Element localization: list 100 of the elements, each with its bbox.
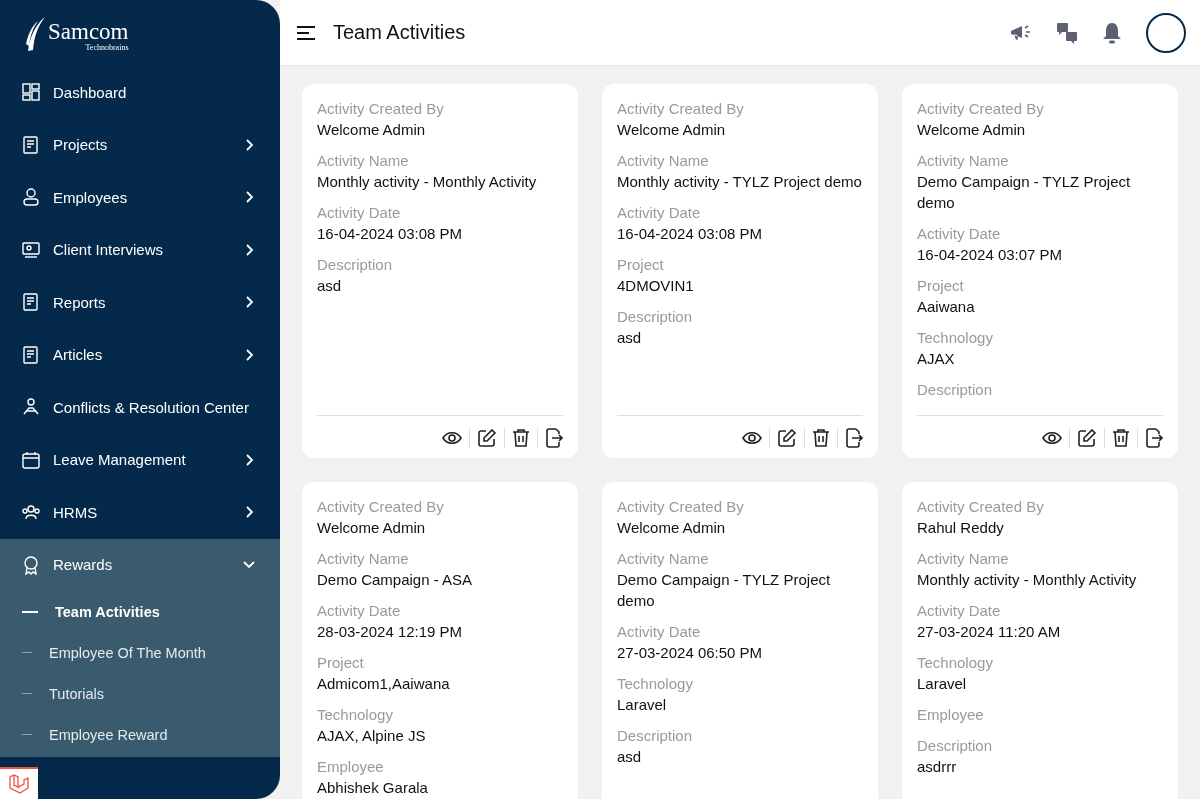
field-label: Activity Created By bbox=[917, 497, 1045, 517]
cube-logo-icon bbox=[8, 773, 30, 795]
page-title: Team Activities bbox=[333, 21, 467, 44]
export-icon[interactable] bbox=[845, 428, 863, 448]
delete-icon[interactable] bbox=[812, 428, 830, 448]
field-value: Monthly activity - Monthly Activity bbox=[317, 172, 538, 192]
calendar-icon bbox=[21, 449, 41, 470]
field-label: Technology bbox=[917, 653, 994, 673]
field-value: Welcome Admin bbox=[917, 120, 1027, 140]
field-value: Abhishek Garala bbox=[317, 778, 429, 798]
field-label: Activity Date bbox=[917, 224, 1002, 244]
field-value: AJAX, Alpine JS bbox=[317, 726, 427, 746]
export-icon[interactable] bbox=[1145, 428, 1163, 448]
field-value: asd bbox=[617, 747, 643, 767]
delete-icon[interactable] bbox=[1112, 428, 1130, 448]
field-value: Welcome Admin bbox=[317, 120, 427, 140]
field-label: Activity Date bbox=[617, 203, 702, 223]
field-value: 4DMOVIN1 bbox=[617, 276, 695, 296]
edit-icon[interactable] bbox=[477, 428, 497, 448]
avatar[interactable] bbox=[1146, 12, 1186, 53]
submenu-item[interactable]: Employee Of The Month bbox=[0, 632, 280, 673]
field-label: Activity Created By bbox=[317, 497, 445, 517]
field-label: Activity Name bbox=[617, 549, 710, 569]
sidebar-item[interactable]: Projects bbox=[0, 118, 280, 171]
menu-icon[interactable] bbox=[296, 24, 316, 41]
sidebar-item[interactable]: HRMS bbox=[0, 486, 280, 539]
field-label: Technology bbox=[917, 328, 994, 348]
export-icon[interactable] bbox=[545, 428, 563, 448]
sidebar-item[interactable]: Reports bbox=[0, 276, 280, 329]
sidebar-item[interactable]: Client Interviews bbox=[0, 223, 280, 276]
field-value: 16-04-2024 03:07 PM bbox=[917, 245, 1064, 265]
field-label: Project bbox=[917, 276, 965, 296]
field-value: asd bbox=[317, 276, 343, 296]
delete-icon[interactable] bbox=[512, 428, 530, 448]
field-value: asd bbox=[617, 328, 643, 348]
article-icon bbox=[21, 344, 41, 365]
field-label: Employee bbox=[917, 705, 985, 725]
field-value: Aaiwana bbox=[917, 297, 976, 317]
field-label: Activity Created By bbox=[917, 99, 1045, 119]
award-icon bbox=[21, 554, 41, 575]
field-label: Description bbox=[917, 380, 994, 400]
field-label: Activity Date bbox=[317, 203, 402, 223]
field-value: 27-03-2024 06:50 PM bbox=[617, 643, 764, 663]
field-label: Description bbox=[617, 307, 694, 327]
field-label: Activity Name bbox=[917, 549, 1010, 569]
field-value: 28-03-2024 12:19 PM bbox=[317, 622, 464, 642]
field-label: Activity Date bbox=[617, 622, 702, 642]
field-value: Demo Campaign - TYLZ Project demo bbox=[917, 172, 1132, 213]
field-value: AJAX bbox=[917, 349, 956, 369]
user-icon bbox=[21, 187, 41, 208]
field-value: Rahul Reddy bbox=[917, 518, 1005, 538]
field-label: Activity Name bbox=[317, 549, 410, 569]
field-value: Admicom1,Aaiwana bbox=[317, 674, 451, 694]
screen-icon bbox=[21, 239, 41, 260]
doc-icon bbox=[21, 134, 41, 155]
chat-bubbles-icon[interactable] bbox=[1056, 21, 1078, 44]
brand-tagline: Technobrains bbox=[85, 43, 129, 52]
field-label: Activity Created By bbox=[617, 99, 745, 119]
field-value: 16-04-2024 03:08 PM bbox=[617, 224, 764, 244]
field-value: asdrrr bbox=[917, 757, 958, 777]
notification-icon[interactable] bbox=[1102, 21, 1122, 44]
sidebar-item[interactable]: Dashboard bbox=[0, 66, 280, 119]
field-label: Project bbox=[617, 255, 665, 275]
field-value: 27-03-2024 11:20 AM bbox=[917, 622, 1062, 642]
field-label: Activity Created By bbox=[317, 99, 445, 119]
field-value: Demo Campaign - ASA bbox=[317, 570, 474, 590]
field-label: Technology bbox=[617, 674, 694, 694]
sidebar-item[interactable]: Leave Management bbox=[0, 433, 280, 486]
field-label: Activity Date bbox=[917, 601, 1002, 621]
submenu-item[interactable]: Employee Reward bbox=[0, 714, 280, 755]
edit-icon[interactable] bbox=[1077, 428, 1097, 448]
field-label: Activity Name bbox=[617, 151, 710, 171]
field-value: Welcome Admin bbox=[617, 120, 727, 140]
edit-icon[interactable] bbox=[777, 428, 797, 448]
field-label: Activity Created By bbox=[617, 497, 745, 517]
framework-badge[interactable] bbox=[0, 767, 38, 799]
sidebar-item[interactable]: Conflicts & Resolution Center bbox=[0, 381, 280, 434]
field-label: Description bbox=[317, 255, 394, 275]
field-label: Activity Name bbox=[917, 151, 1010, 171]
field-label: Employee bbox=[317, 757, 385, 777]
field-label: Activity Name bbox=[317, 151, 410, 171]
field-value: Monthly activity - Monthly Activity bbox=[917, 570, 1138, 590]
sidebar-item[interactable]: Articles bbox=[0, 328, 280, 381]
report-icon bbox=[21, 292, 41, 313]
sidebar-item[interactable]: Rewards bbox=[0, 538, 280, 591]
feather-logo-icon bbox=[24, 16, 46, 52]
field-value: 16-04-2024 03:08 PM bbox=[317, 224, 464, 244]
field-label: Technology bbox=[317, 705, 394, 725]
field-label: Project bbox=[317, 653, 365, 673]
field-value: Welcome Admin bbox=[317, 518, 427, 538]
submenu-item[interactable]: Team Activities bbox=[0, 591, 280, 632]
field-label: Description bbox=[917, 736, 994, 756]
field-value: Welcome Admin bbox=[617, 518, 727, 538]
field-value: Laravel bbox=[917, 674, 968, 694]
field-label: Activity Date bbox=[317, 601, 402, 621]
grid-icon bbox=[21, 82, 41, 103]
field-label: Description bbox=[617, 726, 694, 746]
submenu-item[interactable]: Tutorials bbox=[0, 673, 280, 714]
sidebar-item[interactable]: Employees bbox=[0, 171, 280, 224]
field-value: Laravel bbox=[617, 695, 668, 715]
